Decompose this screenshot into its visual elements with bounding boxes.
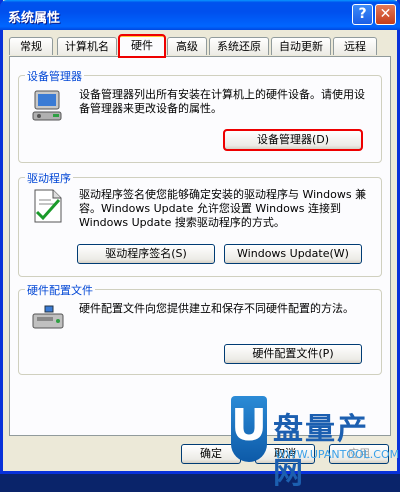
tab-computer-name[interactable]: 计算机名	[57, 37, 117, 55]
title-bar[interactable]: 系统属性 ? ✕	[0, 0, 400, 30]
tab-hardware[interactable]: 硬件	[118, 34, 166, 58]
watermark-url: WWW.UPANTOOL.COM	[275, 448, 400, 461]
window-title: 系统属性	[8, 11, 61, 26]
device-manager-group: 设备管理器 设备管理器列出所有安装在计算机上的硬件设备。请使用设备管理器来更改设…	[18, 68, 382, 163]
tab-advanced[interactable]: 高级	[167, 37, 207, 55]
tab-general[interactable]: 常规	[9, 37, 53, 55]
close-button[interactable]: ✕	[375, 4, 396, 25]
help-button[interactable]: ?	[352, 4, 373, 25]
drivers-heading: 驱动程序	[25, 170, 73, 186]
windows-update-button[interactable]: Windows Update(W)	[224, 244, 362, 264]
device-manager-heading: 设备管理器	[25, 68, 84, 84]
device-manager-button[interactable]: 设备管理器(D)	[223, 129, 363, 151]
driver-signing-icon	[34, 189, 62, 223]
device-manager-description: 设备管理器列出所有安装在计算机上的硬件设备。请使用设备管理器来更改设备的属性。	[79, 88, 365, 115]
hardware-profile-icon	[32, 305, 64, 329]
tab-remote[interactable]: 远程	[333, 37, 377, 55]
watermark-logo: U	[231, 396, 267, 462]
hardware-profiles-button[interactable]: 硬件配置文件(P)	[224, 344, 362, 364]
hardware-profiles-description: 硬件配置文件向您提供建立和保存不同硬件配置的方法。	[79, 302, 354, 315]
drivers-description: 驱动程序签名使您能够确定安装的驱动程序与 Windows 兼容。Windows …	[79, 188, 367, 229]
hardware-profiles-heading: 硬件配置文件	[25, 282, 95, 298]
system-properties-window: 系统属性 ? ✕ 常规 计算机名 硬件 高级 系统还原 自动更新 远程 设备管理…	[0, 0, 400, 491]
tab-system-restore[interactable]: 系统还原	[209, 37, 269, 55]
drivers-group: 驱动程序 驱动程序签名使您能够确定安装的驱动程序与 Windows 兼容。Win…	[18, 170, 382, 277]
device-manager-icon	[32, 90, 62, 121]
tab-strip: 常规 计算机名 硬件 高级 系统还原 自动更新 远程	[9, 34, 395, 58]
driver-signing-button[interactable]: 驱动程序签名(S)	[77, 244, 215, 264]
tab-automatic-updates[interactable]: 自动更新	[271, 37, 331, 55]
hardware-profiles-group: 硬件配置文件 硬件配置文件向您提供建立和保存不同硬件配置的方法。 硬件配置文件(…	[18, 282, 382, 375]
hardware-tab-panel: 设备管理器 设备管理器列出所有安装在计算机上的硬件设备。请使用设备管理器来更改设…	[9, 56, 391, 436]
